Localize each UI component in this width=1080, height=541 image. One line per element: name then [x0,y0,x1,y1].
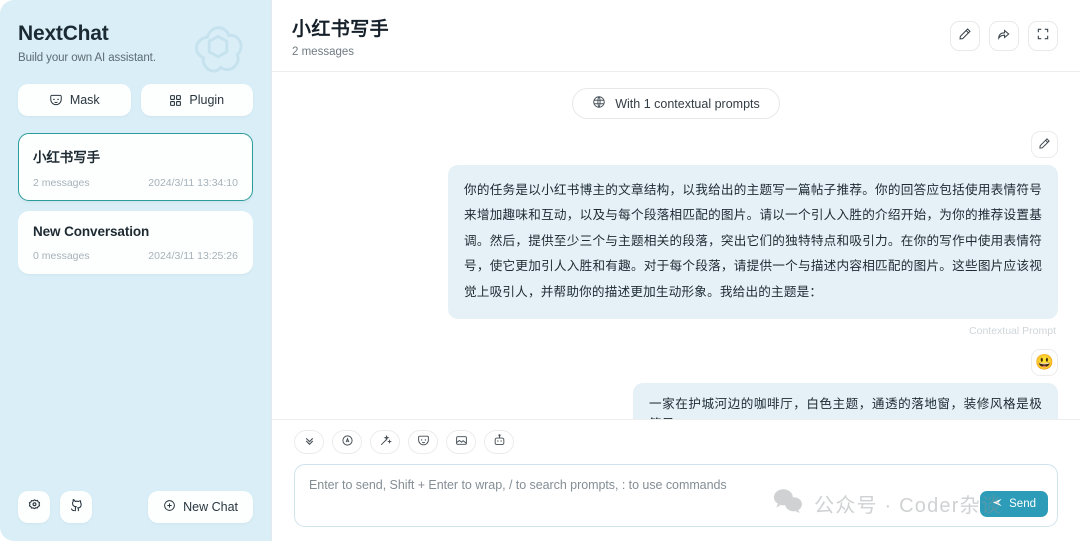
main-panel: 小红书写手 2 messages With 1 contextual promp… [272,0,1080,541]
edit-chat-button[interactable] [950,20,980,51]
fullscreen-button[interactable] [1028,20,1058,51]
chat-item-meta: 2 messages 2024/3/11 13:34:10 [33,177,238,189]
user-message-avatar-row: 😃 [1031,349,1058,377]
brain-icon [592,95,606,112]
settings-button[interactable] [18,491,50,523]
avatar[interactable]: 😃 [1031,349,1058,377]
mask-button[interactable]: Mask [18,84,131,117]
image-icon [455,434,468,450]
pencil-icon [958,27,972,44]
input-wrap: Send [294,464,1058,527]
header-actions [950,20,1058,51]
sidebar-footer: New Chat [18,491,253,523]
input-toolbar [294,430,1058,454]
fullscreen-icon [1036,27,1050,44]
brand-subtitle: Build your own AI assistant. [18,52,156,65]
github-button[interactable] [60,491,92,523]
chat-item-title: New Conversation [33,224,150,240]
gear-icon [27,498,42,516]
share-chat-button[interactable] [989,20,1019,51]
chat-list: 小红书写手 2 messages 2024/3/11 13:34:10 New … [18,133,253,477]
user-message-bubble: 一家在护城河边的咖啡厅，白色主题，通透的落地窗，装修风格是极简风。 [633,383,1058,419]
model-select-button[interactable] [484,430,514,454]
github-icon [69,498,84,516]
chat-message-count: 2 messages [292,45,355,58]
chat-item-time: 2024/3/11 13:34:10 [148,177,238,190]
plugin-button[interactable]: Plugin [140,84,253,117]
auto-circle-icon [341,434,354,450]
contextual-prompts-button[interactable]: With 1 contextual prompts [572,88,780,119]
system-message-label: Contextual Prompt [969,325,1056,338]
send-button[interactable]: Send [980,491,1048,517]
new-chat-label: New Chat [183,500,238,514]
chat-list-item-new-conversation[interactable]: New Conversation 0 messages 2024/3/11 13… [18,211,253,275]
plus-circle-icon [163,499,176,515]
mask-button-label: Mask [69,93,100,108]
nextchat-app: NextChat Build your own AI assistant. Ma… [0,0,1080,541]
auto-translate-button[interactable] [332,430,362,454]
paper-plane-icon [992,497,1003,511]
page-title: 小红书写手 [292,18,390,40]
chevrons-down-icon [303,434,316,450]
robot-icon [493,434,506,450]
user-message-block: 😃 一家在护城河边的咖啡厅，白色主题，通透的落地窗，装修风格是极简风。 2024… [294,349,1058,419]
upload-image-button[interactable] [446,430,476,454]
chat-item-meta: 0 messages 2024/3/11 13:25:26 [33,250,238,262]
chat-item-time: 2024/3/11 13:25:26 [148,250,238,263]
send-label: Send [1009,498,1036,510]
share-arrow-icon [997,27,1011,44]
plugin-grid-icon [169,94,182,107]
system-message-toolbar [1031,131,1058,158]
chat-item-title: 小红书写手 [33,150,100,166]
mask-icon [417,434,430,450]
mask-icon [49,93,63,107]
chat-item-message-count: 0 messages [33,250,90,263]
mask-settings-button[interactable] [408,430,438,454]
pencil-icon [1038,137,1051,153]
contextual-prompts-label: With 1 contextual prompts [615,96,760,111]
chat-list-item-xiaohongshu[interactable]: 小红书写手 2 messages 2024/3/11 13:34:10 [18,133,253,202]
chat-header-titles: 小红书写手 2 messages [292,14,950,58]
sidebar: NextChat Build your own AI assistant. Ma… [0,0,272,541]
system-message-bubble: 你的任务是以小红书博主的文章结构，以我给出的主题写一篇帖子推荐。你的回答应包括使… [448,165,1058,320]
chat-item-message-count: 2 messages [33,177,90,190]
prompt-magic-button[interactable] [370,430,400,454]
sidebar-action-row: Mask Plugin [18,84,253,117]
plugin-button-label: Plugin [189,93,225,108]
system-message-block: 你的任务是以小红书博主的文章结构，以我给出的主题写一篇帖子推荐。你的回答应包括使… [294,131,1058,337]
input-panel: Send 公众号 · Coder杂谈 [272,419,1080,541]
new-chat-button[interactable]: New Chat [148,491,253,523]
message-input[interactable] [309,478,1043,492]
magic-wand-icon [379,434,392,450]
scroll-to-bottom-button[interactable] [294,430,324,454]
context-pill-row: With 1 contextual prompts [294,88,1058,119]
chat-header: 小红书写手 2 messages [272,0,1080,72]
brand-title: NextChat [18,22,109,45]
message-list: With 1 contextual prompts 你的任务是以小红书博主的文章… [272,72,1080,419]
edit-system-prompt-button[interactable] [1031,131,1058,158]
